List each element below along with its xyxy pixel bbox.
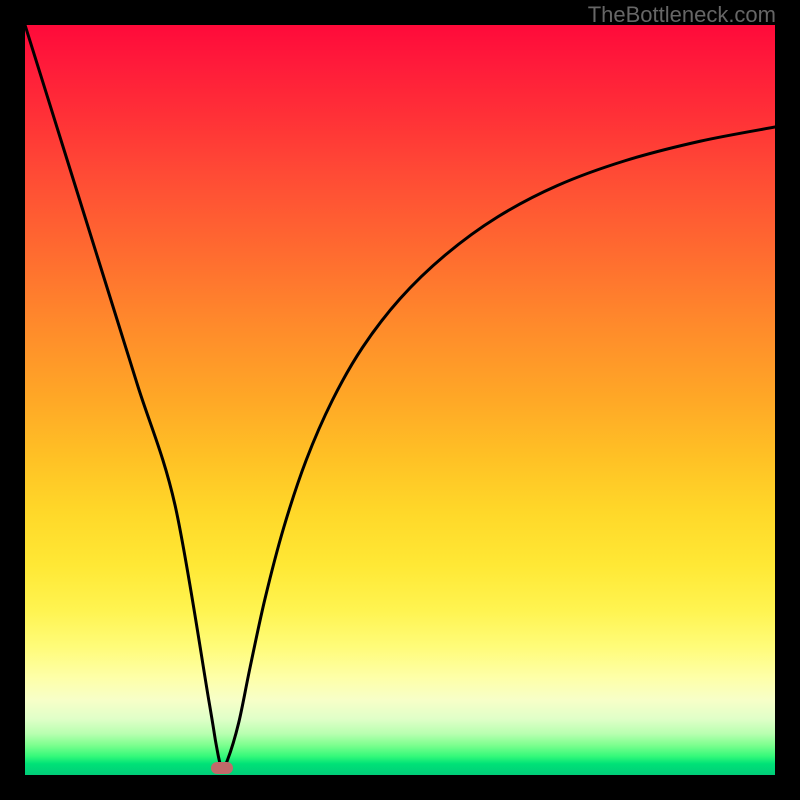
curve-layer <box>25 25 775 775</box>
bottleneck-curve <box>25 25 775 768</box>
watermark-text: TheBottleneck.com <box>588 2 776 28</box>
chart-frame: TheBottleneck.com <box>0 0 800 800</box>
plot-area <box>25 25 775 775</box>
minimum-marker <box>211 762 233 774</box>
